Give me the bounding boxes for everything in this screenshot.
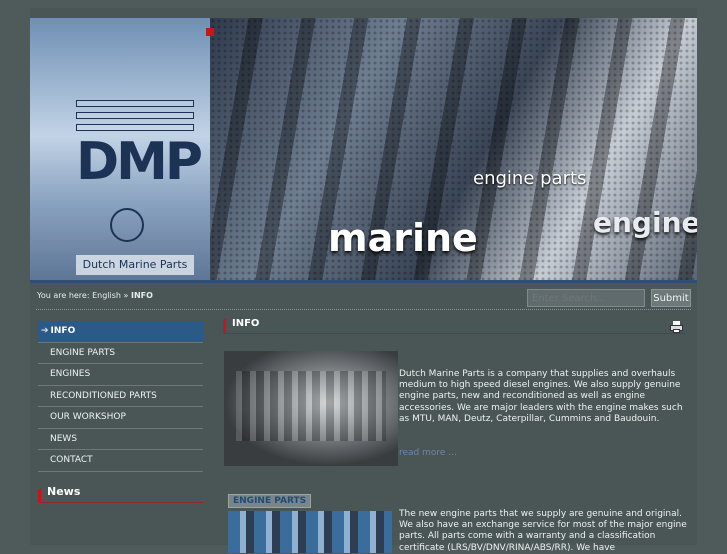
sidebar-item-label: INFO [50,326,76,336]
breadcrumb-separator: » [123,291,129,300]
search-submit-button[interactable]: Submit [651,289,691,307]
sidebar-item-news[interactable]: NEWS [38,429,203,450]
sidebar-item-engine-parts[interactable]: ENGINE PARTS [38,343,203,364]
sidebar-item-info[interactable]: ➔ INFO [38,321,203,343]
sidebar-menu: ➔ INFO ENGINE PARTS ENGINES RECONDITIONED… [38,321,203,472]
breadcrumb-prefix: You are here: [37,291,90,300]
engine-image [224,351,398,466]
read-more-link[interactable]: read more ... [399,448,457,458]
breadcrumb: You are here: English » INFO [37,291,153,300]
news-heading: News [38,485,203,503]
dotted-divider [36,309,691,310]
engine-parts-text: The new engine parts that we supply are … [399,509,687,553]
engine-parts-image [228,511,392,553]
content-layer: You are here: English » INFO Submit ➔INF… [30,8,697,553]
engine-parts-badge[interactable]: ENGINE PARTS [228,494,312,508]
print-icon[interactable] [670,321,683,333]
intro-text: Dutch Marine Parts is a company that sup… [399,369,683,424]
breadcrumb-current: INFO [130,291,153,300]
arrow-right-icon: ➔ [41,326,49,336]
breadcrumb-home-link[interactable]: English [92,291,121,300]
heading-red-bar [38,489,41,503]
page-title: INFO [232,318,260,329]
info-heading: INFO [223,318,685,334]
news-heading-text: News [47,485,81,498]
heading-red-bar [223,319,226,333]
search-input[interactable] [527,289,645,307]
sidebar-item-our-workshop[interactable]: OUR WORKSHOP [38,407,203,429]
sidebar-item-reconditioned-parts[interactable]: RECONDITIONED PARTS [38,386,203,407]
sidebar-item-engines[interactable]: ENGINES [38,364,203,386]
sidebar-item-contact[interactable]: CONTACT [38,450,203,472]
